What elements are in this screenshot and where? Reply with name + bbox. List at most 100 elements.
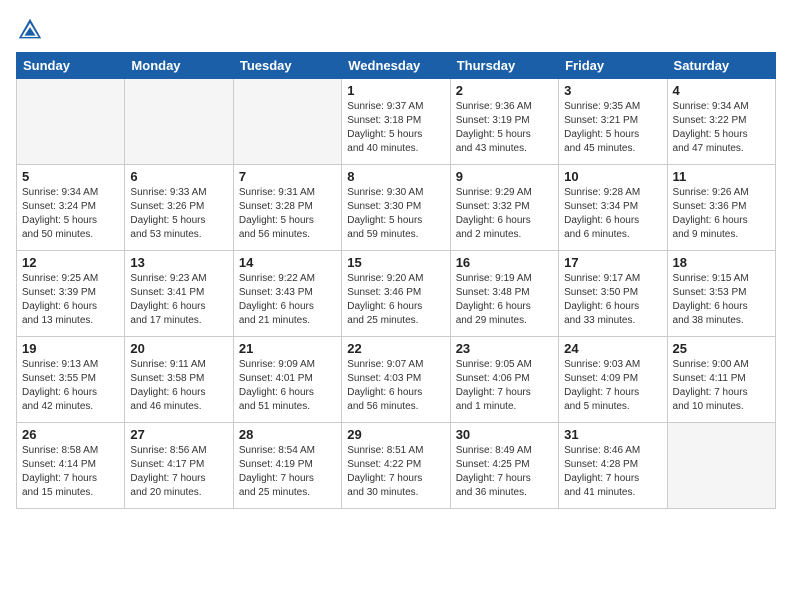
day-number: 30 <box>456 427 553 442</box>
day-cell: 14 Sunrise: 9:22 AM Sunset: 3:43 PM Dayli… <box>233 251 341 337</box>
day-info: Sunrise: 9:09 AM Sunset: 4:01 PM Dayligh… <box>239 358 336 414</box>
day-number: 23 <box>456 341 553 356</box>
day-info: Sunrise: 8:51 AM Sunset: 4:22 PM Dayligh… <box>347 444 444 500</box>
day-cell: 30 Sunrise: 8:49 AM Sunset: 4:25 PM Dayli… <box>450 423 558 509</box>
day-cell: 23 Sunrise: 9:05 AM Sunset: 4:06 PM Dayli… <box>450 337 558 423</box>
day-number: 31 <box>564 427 661 442</box>
day-number: 2 <box>456 83 553 98</box>
weekday-header-sunday: Sunday <box>17 53 125 79</box>
day-number: 21 <box>239 341 336 356</box>
day-cell <box>17 79 125 165</box>
week-row-1: 1Sunrise: 9:37 AM Sunset: 3:18 PM Daylig… <box>17 79 776 165</box>
day-info: Sunrise: 9:13 AM Sunset: 3:55 PM Dayligh… <box>22 358 119 414</box>
day-cell: 24 Sunrise: 9:03 AM Sunset: 4:09 PM Dayli… <box>559 337 667 423</box>
day-number: 15 <box>347 255 444 270</box>
day-number: 7 <box>239 169 336 184</box>
day-number: 29 <box>347 427 444 442</box>
day-cell: 10Sunrise: 9:28 AM Sunset: 3:34 PM Dayli… <box>559 165 667 251</box>
day-cell: 27 Sunrise: 8:56 AM Sunset: 4:17 PM Dayli… <box>125 423 233 509</box>
day-info: Sunrise: 8:54 AM Sunset: 4:19 PM Dayligh… <box>239 444 336 500</box>
week-row-5: 26 Sunrise: 8:58 AM Sunset: 4:14 PM Dayli… <box>17 423 776 509</box>
day-cell: 29 Sunrise: 8:51 AM Sunset: 4:22 PM Dayli… <box>342 423 450 509</box>
day-info: Sunrise: 9:34 AM Sunset: 3:24 PM Dayligh… <box>22 186 119 242</box>
day-info: Sunrise: 8:58 AM Sunset: 4:14 PM Dayligh… <box>22 444 119 500</box>
day-cell <box>233 79 341 165</box>
header-area <box>16 16 776 44</box>
day-info: Sunrise: 9:22 AM Sunset: 3:43 PM Dayligh… <box>239 272 336 328</box>
day-number: 9 <box>456 169 553 184</box>
day-info: Sunrise: 9:37 AM Sunset: 3:18 PM Dayligh… <box>347 100 444 156</box>
week-row-2: 5Sunrise: 9:34 AM Sunset: 3:24 PM Daylig… <box>17 165 776 251</box>
day-info: Sunrise: 9:20 AM Sunset: 3:46 PM Dayligh… <box>347 272 444 328</box>
weekday-header-monday: Monday <box>125 53 233 79</box>
day-number: 6 <box>130 169 227 184</box>
day-number: 11 <box>673 169 770 184</box>
day-number: 26 <box>22 427 119 442</box>
day-cell: 7 Sunrise: 9:31 AM Sunset: 3:28 PM Daylig… <box>233 165 341 251</box>
day-cell: 17 Sunrise: 9:17 AM Sunset: 3:50 PM Dayli… <box>559 251 667 337</box>
day-info: Sunrise: 9:26 AM Sunset: 3:36 PM Dayligh… <box>673 186 770 242</box>
day-info: Sunrise: 9:34 AM Sunset: 3:22 PM Dayligh… <box>673 100 770 156</box>
day-info: Sunrise: 9:30 AM Sunset: 3:30 PM Dayligh… <box>347 186 444 242</box>
day-info: Sunrise: 8:46 AM Sunset: 4:28 PM Dayligh… <box>564 444 661 500</box>
day-cell: 22 Sunrise: 9:07 AM Sunset: 4:03 PM Dayli… <box>342 337 450 423</box>
day-number: 27 <box>130 427 227 442</box>
calendar-container: SundayMondayTuesdayWednesdayThursdayFrid… <box>0 0 792 612</box>
day-number: 16 <box>456 255 553 270</box>
day-number: 14 <box>239 255 336 270</box>
weekday-header-friday: Friday <box>559 53 667 79</box>
day-cell: 9 Sunrise: 9:29 AM Sunset: 3:32 PM Daylig… <box>450 165 558 251</box>
day-number: 22 <box>347 341 444 356</box>
day-info: Sunrise: 9:35 AM Sunset: 3:21 PM Dayligh… <box>564 100 661 156</box>
day-info: Sunrise: 9:17 AM Sunset: 3:50 PM Dayligh… <box>564 272 661 328</box>
weekday-header-thursday: Thursday <box>450 53 558 79</box>
day-cell: 31 Sunrise: 8:46 AM Sunset: 4:28 PM Dayli… <box>559 423 667 509</box>
week-row-4: 19 Sunrise: 9:13 AM Sunset: 3:55 PM Dayli… <box>17 337 776 423</box>
logo <box>16 16 48 44</box>
day-number: 4 <box>673 83 770 98</box>
day-info: Sunrise: 9:00 AM Sunset: 4:11 PM Dayligh… <box>673 358 770 414</box>
day-number: 20 <box>130 341 227 356</box>
day-info: Sunrise: 8:56 AM Sunset: 4:17 PM Dayligh… <box>130 444 227 500</box>
weekday-header-row: SundayMondayTuesdayWednesdayThursdayFrid… <box>17 53 776 79</box>
day-info: Sunrise: 9:23 AM Sunset: 3:41 PM Dayligh… <box>130 272 227 328</box>
day-cell: 6Sunrise: 9:33 AM Sunset: 3:26 PM Daylig… <box>125 165 233 251</box>
day-info: Sunrise: 9:19 AM Sunset: 3:48 PM Dayligh… <box>456 272 553 328</box>
day-cell: 3 Sunrise: 9:35 AM Sunset: 3:21 PM Daylig… <box>559 79 667 165</box>
weekday-header-saturday: Saturday <box>667 53 775 79</box>
day-info: Sunrise: 8:49 AM Sunset: 4:25 PM Dayligh… <box>456 444 553 500</box>
day-number: 24 <box>564 341 661 356</box>
day-info: Sunrise: 9:31 AM Sunset: 3:28 PM Dayligh… <box>239 186 336 242</box>
day-info: Sunrise: 9:36 AM Sunset: 3:19 PM Dayligh… <box>456 100 553 156</box>
day-cell: 20 Sunrise: 9:11 AM Sunset: 3:58 PM Dayli… <box>125 337 233 423</box>
day-number: 19 <box>22 341 119 356</box>
day-cell: 19 Sunrise: 9:13 AM Sunset: 3:55 PM Dayli… <box>17 337 125 423</box>
day-info: Sunrise: 9:15 AM Sunset: 3:53 PM Dayligh… <box>673 272 770 328</box>
day-info: Sunrise: 9:11 AM Sunset: 3:58 PM Dayligh… <box>130 358 227 414</box>
day-cell: 26 Sunrise: 8:58 AM Sunset: 4:14 PM Dayli… <box>17 423 125 509</box>
day-cell: 1Sunrise: 9:37 AM Sunset: 3:18 PM Daylig… <box>342 79 450 165</box>
day-cell <box>667 423 775 509</box>
day-cell: 15 Sunrise: 9:20 AM Sunset: 3:46 PM Dayli… <box>342 251 450 337</box>
day-number: 28 <box>239 427 336 442</box>
day-cell: 12 Sunrise: 9:25 AM Sunset: 3:39 PM Dayli… <box>17 251 125 337</box>
day-number: 25 <box>673 341 770 356</box>
day-number: 13 <box>130 255 227 270</box>
day-info: Sunrise: 9:07 AM Sunset: 4:03 PM Dayligh… <box>347 358 444 414</box>
day-cell: 5Sunrise: 9:34 AM Sunset: 3:24 PM Daylig… <box>17 165 125 251</box>
day-cell: 13 Sunrise: 9:23 AM Sunset: 3:41 PM Dayli… <box>125 251 233 337</box>
calendar-table: SundayMondayTuesdayWednesdayThursdayFrid… <box>16 52 776 509</box>
day-cell: 25 Sunrise: 9:00 AM Sunset: 4:11 PM Dayli… <box>667 337 775 423</box>
day-number: 3 <box>564 83 661 98</box>
day-info: Sunrise: 9:29 AM Sunset: 3:32 PM Dayligh… <box>456 186 553 242</box>
day-info: Sunrise: 9:03 AM Sunset: 4:09 PM Dayligh… <box>564 358 661 414</box>
day-cell: 16 Sunrise: 9:19 AM Sunset: 3:48 PM Dayli… <box>450 251 558 337</box>
day-number: 12 <box>22 255 119 270</box>
day-info: Sunrise: 9:05 AM Sunset: 4:06 PM Dayligh… <box>456 358 553 414</box>
day-cell: 11 Sunrise: 9:26 AM Sunset: 3:36 PM Dayli… <box>667 165 775 251</box>
day-number: 8 <box>347 169 444 184</box>
day-number: 17 <box>564 255 661 270</box>
weekday-header-wednesday: Wednesday <box>342 53 450 79</box>
day-cell: 21 Sunrise: 9:09 AM Sunset: 4:01 PM Dayli… <box>233 337 341 423</box>
day-info: Sunrise: 9:25 AM Sunset: 3:39 PM Dayligh… <box>22 272 119 328</box>
